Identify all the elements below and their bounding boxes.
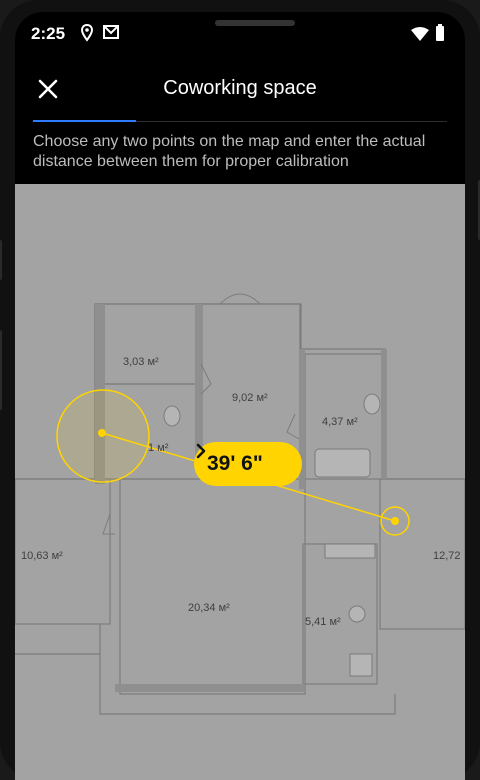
chevron-right-icon [196, 443, 206, 459]
room-label: 5,41 м² [305, 616, 341, 628]
status-time: 2:25 [31, 24, 66, 43]
room-label: 12,72 [433, 550, 461, 562]
screen: 2:25 Coworking space Choose any two poin… [15, 12, 465, 780]
gmail-icon [103, 25, 119, 39]
room-label: 1 м² [148, 442, 169, 454]
room-label: 10,63 м² [21, 550, 63, 562]
app-bar: Coworking space [15, 68, 465, 124]
calibration-point-a[interactable] [98, 429, 106, 437]
volume-down-button [0, 330, 2, 410]
calibration-point-b[interactable] [391, 517, 399, 525]
wifi-icon [411, 27, 429, 41]
room-label: 9,02 м² [232, 392, 268, 404]
volume-up-button [0, 240, 2, 280]
page-title: Coworking space [163, 77, 317, 99]
phone-frame: 2:25 Coworking space Choose any two poin… [0, 0, 480, 780]
status-bar: 2:25 [15, 12, 465, 56]
tab-indicator [33, 120, 136, 122]
room-label: 3,03 м² [123, 356, 159, 368]
location-icon [81, 24, 93, 42]
floor-plan-map[interactable]: 3,03 м² 9,02 м² 4,37 м² 1 м² 10,63 м² 20… [15, 184, 465, 780]
room-label: 20,34 м² [188, 602, 230, 614]
battery-icon [436, 24, 444, 41]
room-label: 4,37 м² [322, 416, 358, 428]
distance-label: 39' 6" [207, 452, 263, 475]
calibration-instruction: Choose any two points on the map and ent… [33, 133, 426, 170]
distance-edit-button[interactable]: 39' 6" [194, 442, 302, 486]
